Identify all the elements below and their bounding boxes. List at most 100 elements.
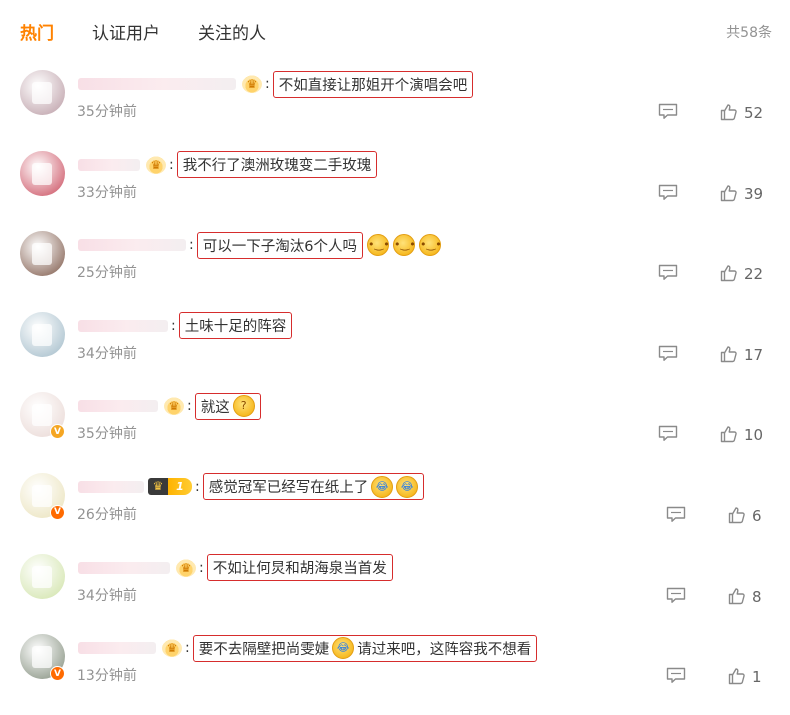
colon-separator: : [185,640,190,657]
like-count: 6 [752,506,762,525]
reply-comment-icon[interactable] [666,587,686,604]
comment-time: 26分钟前 [77,506,137,523]
crown-icon: ♛ [176,558,196,577]
comment-line: ♛ 1: 感觉冠军已经写在纸上了 😂 😂 [78,473,425,501]
comment-line: ♛: 我不行了澳洲玫瑰变二手玫瑰 [78,151,378,179]
username-redacted[interactable] [78,480,144,493]
reply-comment-icon[interactable] [666,506,686,523]
avatar-mosaic [32,243,52,266]
tab-following[interactable]: 关注的人 [198,19,266,44]
question-face-emoji-icon: ? [232,395,255,418]
crying-laugh-emoji-icon: 😂 [396,475,419,498]
tab-verified-users[interactable]: 认证用户 [92,19,160,44]
comment-text-content: 要不去隔壁把尚雯婕 [198,641,330,658]
avatar[interactable] [20,311,65,357]
comment-text: 土味十足的阵容 [178,312,293,340]
colon-separator: : [169,156,174,173]
thumb-up-icon[interactable] [728,506,746,524]
comment-text-content: 可以一下子淘汰6个人吗 [202,238,357,255]
total-count: 共58条 [726,25,772,41]
avatar-mosaic [32,646,52,669]
crown-icon: ♛ [148,478,168,496]
verified-badge-icon: V [50,504,65,520]
comment-item: : 可以一下子淘汰6个人吗 •‿• •‿• •‿• 25分钟前 22 [0,221,790,302]
like-count: 52 [744,104,764,122]
crown-icon: ♛ [162,639,182,658]
comment-text: 不如让何炅和胡海泉当首发 [206,554,393,582]
avatar[interactable] [20,553,65,599]
like-count: 8 [752,587,762,606]
colon-separator: : [187,398,192,415]
thumb-up-icon[interactable] [720,264,738,282]
crown-icon: ♛ [164,397,184,416]
like-count: 10 [744,426,764,445]
smiley-face-emoji-icon: •‿• [392,234,416,257]
thumb-up-icon[interactable] [720,184,738,202]
comment-line: : 土味十足的阵容 [78,312,293,340]
like-count: 17 [744,345,764,364]
avatar-mosaic [32,484,52,507]
crown-icon: ♛ [146,155,166,174]
username-redacted[interactable] [78,400,158,413]
colon-separator: : [199,559,204,576]
comment-text: 不如直接让那姐开个演唱会吧 [272,70,474,98]
comment-text: 要不去隔壁把尚雯婕 😂 请过来吧，这阵容我不想看 [192,634,538,662]
comment-item: V ♛ 1: 感觉冠军已经写在纸上了 😂 😂 26分钟前 6 [0,463,790,544]
avatar[interactable] [20,70,65,115]
comment-item: V ♛: 要不去隔壁把尚雯婕 😂 请过来吧，这阵容我不想看 13分钟前 1 [0,624,790,705]
colon-separator: : [195,478,200,495]
comment-line: ♛: 要不去隔壁把尚雯婕 😂 请过来吧，这阵容我不想看 [78,634,538,662]
avatar-mosaic [32,82,52,104]
verified-badge-icon: V [50,666,65,682]
smiley-face-emoji-icon: •‿• [366,234,390,257]
like-count: 39 [744,184,764,203]
comment-text: 可以一下子淘汰6个人吗 [196,231,363,259]
comment-line: ♛: 不如直接让那姐开个演唱会吧 [78,70,474,98]
avatar[interactable] [20,150,65,196]
username-redacted[interactable] [78,642,156,655]
thumb-up-icon[interactable] [728,667,746,685]
comment-text-content: 不如直接让那姐开个演唱会吧 [278,77,468,94]
username-redacted[interactable] [78,561,170,574]
thumb-up-icon[interactable] [720,103,738,121]
thumb-up-icon[interactable] [720,345,738,363]
tab-hot[interactable]: 热门 [20,19,54,44]
comment-text-content: 我不行了澳洲玫瑰变二手玫瑰 [182,158,372,175]
username-redacted[interactable] [78,158,140,171]
comment-item: ♛: 不如让何炅和胡海泉当首发 34分钟前 8 [0,544,790,625]
comment-item: : 土味十足的阵容 34分钟前 17 [0,302,790,383]
colon-separator: : [171,317,176,334]
comment-text: 我不行了澳洲玫瑰变二手玫瑰 [176,151,378,179]
comment-line: : 可以一下子淘汰6个人吗 •‿• •‿• •‿• [78,231,442,259]
thumb-up-icon[interactable] [728,587,746,605]
comment-text-content: 不如让何炅和胡海泉当首发 [212,561,387,578]
smiley-face-emoji-icon: •‿• [418,234,442,257]
avatar-mosaic [32,162,52,185]
crying-laugh-emoji-icon: 😂 [332,637,355,660]
reply-comment-icon[interactable] [666,667,686,684]
username-redacted[interactable] [78,319,168,332]
comment-text: 感觉冠军已经写在纸上了 😂 😂 [202,473,425,501]
reply-comment-icon[interactable] [658,184,678,201]
avatar[interactable] [20,231,65,277]
comment-list: ♛: 不如直接让那姐开个演唱会吧 35分钟前 52 ♛: 我不行了澳洲玫瑰变二手玫瑰 33分… [0,60,790,705]
comment-line: ♛: 不如让何炅和胡海泉当首发 [78,554,393,582]
avatar-mosaic [32,323,52,346]
comment-time: 25分钟前 [77,265,137,282]
comment-text-content: 请过来吧，这阵容我不想看 [357,641,532,658]
thumb-up-icon[interactable] [720,425,738,443]
vip-level-badge: ♛ 1 [148,478,192,496]
username-redacted[interactable] [78,78,236,90]
comment-time: 34分钟前 [77,587,137,604]
comment-tabs: 热门 认证用户 关注的人 [20,18,304,44]
verified-badge-icon: V [50,424,65,440]
reply-comment-icon[interactable] [658,103,678,120]
reply-comment-icon[interactable] [658,345,678,362]
reply-comment-icon[interactable] [658,264,678,281]
comment-text-content: 土味十足的阵容 [184,319,287,336]
reply-comment-icon[interactable] [658,425,678,442]
crown-icon: ♛ [242,75,262,93]
comment-item: ♛: 不如直接让那姐开个演唱会吧 35分钟前 52 [0,60,790,141]
comment-item: V ♛: 就这? 35分钟前 10 [0,382,790,463]
username-redacted[interactable] [78,239,186,252]
